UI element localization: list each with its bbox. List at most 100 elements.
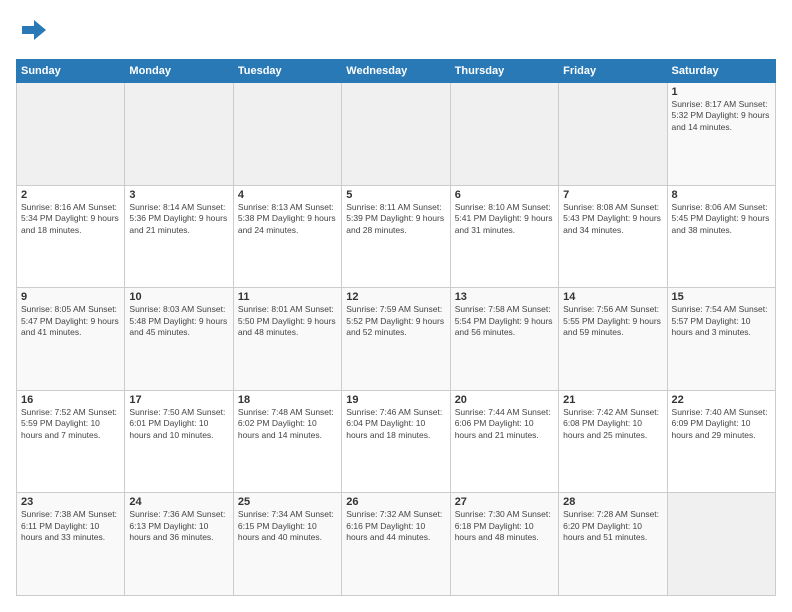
calendar-cell: 14Sunrise: 7:56 AM Sunset: 5:55 PM Dayli… [559,288,667,391]
day-number: 27 [455,496,554,508]
calendar-week-row: 16Sunrise: 7:52 AM Sunset: 5:59 PM Dayli… [17,390,776,493]
day-number: 22 [672,394,771,406]
calendar-week-row: 23Sunrise: 7:38 AM Sunset: 6:11 PM Dayli… [17,493,776,596]
day-info: Sunrise: 8:03 AM Sunset: 5:48 PM Dayligh… [129,304,228,338]
calendar-cell [17,83,125,186]
calendar-week-row: 9Sunrise: 8:05 AM Sunset: 5:47 PM Daylig… [17,288,776,391]
day-info: Sunrise: 7:48 AM Sunset: 6:02 PM Dayligh… [238,407,337,441]
day-info: Sunrise: 8:05 AM Sunset: 5:47 PM Dayligh… [21,304,120,338]
day-number: 11 [238,291,337,303]
day-info: Sunrise: 8:13 AM Sunset: 5:38 PM Dayligh… [238,202,337,236]
calendar-cell [450,83,558,186]
day-number: 28 [563,496,662,508]
day-info: Sunrise: 7:44 AM Sunset: 6:06 PM Dayligh… [455,407,554,441]
day-number: 6 [455,189,554,201]
day-number: 25 [238,496,337,508]
day-info: Sunrise: 7:54 AM Sunset: 5:57 PM Dayligh… [672,304,771,338]
day-info: Sunrise: 7:56 AM Sunset: 5:55 PM Dayligh… [563,304,662,338]
day-number: 5 [346,189,445,201]
day-number: 21 [563,394,662,406]
day-number: 13 [455,291,554,303]
day-info: Sunrise: 7:36 AM Sunset: 6:13 PM Dayligh… [129,509,228,543]
calendar-cell: 23Sunrise: 7:38 AM Sunset: 6:11 PM Dayli… [17,493,125,596]
day-number: 8 [672,189,771,201]
day-number: 4 [238,189,337,201]
day-number: 18 [238,394,337,406]
calendar-header-cell: Wednesday [342,60,450,83]
calendar-week-row: 2Sunrise: 8:16 AM Sunset: 5:34 PM Daylig… [17,185,776,288]
calendar-header-cell: Friday [559,60,667,83]
day-info: Sunrise: 8:08 AM Sunset: 5:43 PM Dayligh… [563,202,662,236]
calendar-cell [667,493,775,596]
day-info: Sunrise: 7:50 AM Sunset: 6:01 PM Dayligh… [129,407,228,441]
calendar-cell [342,83,450,186]
day-number: 20 [455,394,554,406]
day-info: Sunrise: 7:42 AM Sunset: 6:08 PM Dayligh… [563,407,662,441]
calendar-cell: 7Sunrise: 8:08 AM Sunset: 5:43 PM Daylig… [559,185,667,288]
calendar-cell: 5Sunrise: 8:11 AM Sunset: 5:39 PM Daylig… [342,185,450,288]
calendar-cell: 20Sunrise: 7:44 AM Sunset: 6:06 PM Dayli… [450,390,558,493]
calendar-cell: 10Sunrise: 8:03 AM Sunset: 5:48 PM Dayli… [125,288,233,391]
day-info: Sunrise: 7:58 AM Sunset: 5:54 PM Dayligh… [455,304,554,338]
calendar-cell: 11Sunrise: 8:01 AM Sunset: 5:50 PM Dayli… [233,288,341,391]
day-number: 3 [129,189,228,201]
calendar-cell: 19Sunrise: 7:46 AM Sunset: 6:04 PM Dayli… [342,390,450,493]
calendar-header-cell: Saturday [667,60,775,83]
day-number: 7 [563,189,662,201]
day-info: Sunrise: 8:10 AM Sunset: 5:41 PM Dayligh… [455,202,554,236]
calendar-cell: 28Sunrise: 7:28 AM Sunset: 6:20 PM Dayli… [559,493,667,596]
calendar-table: SundayMondayTuesdayWednesdayThursdayFrid… [16,59,776,596]
calendar-header-row: SundayMondayTuesdayWednesdayThursdayFrid… [17,60,776,83]
calendar-cell [125,83,233,186]
day-number: 23 [21,496,120,508]
calendar-header-cell: Sunday [17,60,125,83]
calendar-header-cell: Monday [125,60,233,83]
day-info: Sunrise: 8:11 AM Sunset: 5:39 PM Dayligh… [346,202,445,236]
calendar-cell: 21Sunrise: 7:42 AM Sunset: 6:08 PM Dayli… [559,390,667,493]
calendar-cell: 3Sunrise: 8:14 AM Sunset: 5:36 PM Daylig… [125,185,233,288]
day-number: 17 [129,394,228,406]
calendar-cell: 16Sunrise: 7:52 AM Sunset: 5:59 PM Dayli… [17,390,125,493]
calendar-cell: 6Sunrise: 8:10 AM Sunset: 5:41 PM Daylig… [450,185,558,288]
day-info: Sunrise: 7:32 AM Sunset: 6:16 PM Dayligh… [346,509,445,543]
calendar-cell: 27Sunrise: 7:30 AM Sunset: 6:18 PM Dayli… [450,493,558,596]
calendar-cell: 24Sunrise: 7:36 AM Sunset: 6:13 PM Dayli… [125,493,233,596]
day-info: Sunrise: 7:34 AM Sunset: 6:15 PM Dayligh… [238,509,337,543]
day-number: 15 [672,291,771,303]
day-number: 14 [563,291,662,303]
calendar-cell: 18Sunrise: 7:48 AM Sunset: 6:02 PM Dayli… [233,390,341,493]
logo-text [16,16,48,49]
logo-arrow-icon [20,16,48,44]
day-number: 1 [672,86,771,98]
calendar-cell: 2Sunrise: 8:16 AM Sunset: 5:34 PM Daylig… [17,185,125,288]
calendar-cell: 9Sunrise: 8:05 AM Sunset: 5:47 PM Daylig… [17,288,125,391]
day-number: 19 [346,394,445,406]
calendar-cell: 26Sunrise: 7:32 AM Sunset: 6:16 PM Dayli… [342,493,450,596]
logo [16,16,48,49]
day-info: Sunrise: 7:59 AM Sunset: 5:52 PM Dayligh… [346,304,445,338]
day-number: 9 [21,291,120,303]
day-info: Sunrise: 7:38 AM Sunset: 6:11 PM Dayligh… [21,509,120,543]
day-info: Sunrise: 7:28 AM Sunset: 6:20 PM Dayligh… [563,509,662,543]
day-info: Sunrise: 8:17 AM Sunset: 5:32 PM Dayligh… [672,99,771,133]
calendar-cell: 15Sunrise: 7:54 AM Sunset: 5:57 PM Dayli… [667,288,775,391]
calendar-week-row: 1Sunrise: 8:17 AM Sunset: 5:32 PM Daylig… [17,83,776,186]
day-number: 24 [129,496,228,508]
calendar-header-cell: Tuesday [233,60,341,83]
day-number: 2 [21,189,120,201]
calendar-cell: 25Sunrise: 7:34 AM Sunset: 6:15 PM Dayli… [233,493,341,596]
calendar-body: 1Sunrise: 8:17 AM Sunset: 5:32 PM Daylig… [17,83,776,596]
day-number: 16 [21,394,120,406]
calendar-cell [559,83,667,186]
calendar-header-cell: Thursday [450,60,558,83]
day-info: Sunrise: 7:30 AM Sunset: 6:18 PM Dayligh… [455,509,554,543]
day-number: 10 [129,291,228,303]
day-info: Sunrise: 8:16 AM Sunset: 5:34 PM Dayligh… [21,202,120,236]
calendar-cell: 4Sunrise: 8:13 AM Sunset: 5:38 PM Daylig… [233,185,341,288]
calendar-cell: 12Sunrise: 7:59 AM Sunset: 5:52 PM Dayli… [342,288,450,391]
day-info: Sunrise: 8:06 AM Sunset: 5:45 PM Dayligh… [672,202,771,236]
day-info: Sunrise: 8:14 AM Sunset: 5:36 PM Dayligh… [129,202,228,236]
calendar-cell: 13Sunrise: 7:58 AM Sunset: 5:54 PM Dayli… [450,288,558,391]
day-info: Sunrise: 7:52 AM Sunset: 5:59 PM Dayligh… [21,407,120,441]
page: SundayMondayTuesdayWednesdayThursdayFrid… [0,0,792,612]
